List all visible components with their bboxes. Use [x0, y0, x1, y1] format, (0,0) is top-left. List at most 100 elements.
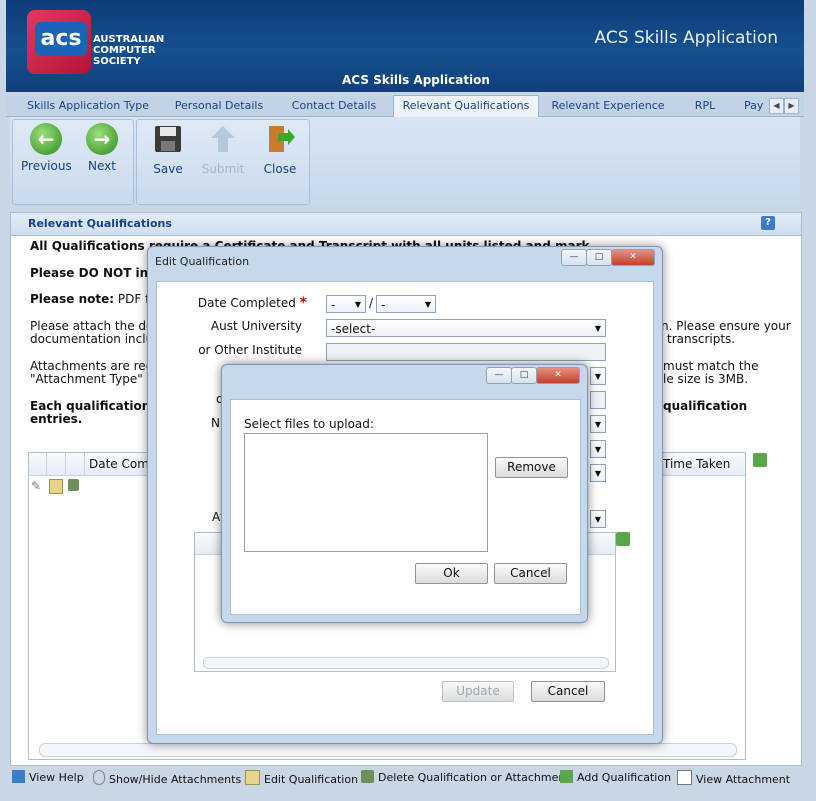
view-help-link[interactable]: View Help	[12, 770, 84, 784]
tab-skills-application-type[interactable]: Skills Application Type	[18, 96, 158, 116]
grid-header-cell	[66, 453, 85, 475]
field-select-partial[interactable]: ▼	[590, 415, 606, 433]
file-upload-body: Select files to upload: Remove Ok Cancel	[230, 399, 581, 615]
maximize-icon[interactable]: □	[586, 249, 612, 266]
date-completed-label: Date Completed *	[157, 295, 307, 311]
ok-button[interactable]: Ok	[415, 563, 488, 584]
date-separator: /	[369, 296, 374, 310]
panel-header: Relevant Qualifications ?	[11, 213, 801, 236]
acs-logo-text: AUSTRALIAN COMPUTER SOCIETY	[93, 34, 173, 67]
grid-header-cell	[47, 453, 66, 475]
instruction-line: documentation includ	[30, 332, 161, 346]
attachment-type-select[interactable]: ▼	[590, 510, 606, 528]
instruction-line: le size is 3MB.	[663, 372, 749, 386]
field-select-partial[interactable]: ▼	[590, 440, 606, 458]
grid-header-cell	[29, 453, 47, 475]
app-title-right: ACS Skills Application	[594, 28, 778, 48]
edit-note-icon[interactable]	[49, 479, 63, 494]
grid-horizontal-scrollbar[interactable]	[39, 743, 737, 757]
field-select-partial[interactable]: ▼	[590, 367, 606, 385]
trash-icon[interactable]	[68, 479, 79, 491]
dialog-title: Edit Qualification	[155, 255, 250, 268]
toolbar: ← Previous → Next Save Submit Close	[10, 117, 800, 205]
edit-note-icon	[245, 770, 260, 785]
edit-qualification-link[interactable]: Edit Qualification	[245, 770, 358, 786]
chevron-down-icon: ▼	[594, 469, 601, 478]
tab-personal-details[interactable]: Personal Details	[166, 96, 272, 116]
field-select-partial[interactable]: ▼	[590, 464, 606, 482]
aust-university-label: Aust University	[210, 319, 302, 333]
minimize-icon[interactable]: —	[486, 367, 512, 384]
logo-text-line: AUSTRALIAN	[93, 34, 165, 45]
save-button[interactable]: Save	[143, 123, 193, 176]
month-value: -	[331, 298, 336, 312]
add-qualification-link[interactable]: Add Qualification	[560, 770, 671, 784]
exit-door-icon	[269, 126, 295, 152]
date-completed-year-select[interactable]: - ▼	[376, 295, 436, 313]
tab-scroll-left-icon[interactable]: ◀	[769, 98, 784, 114]
help-icon[interactable]: ?	[761, 216, 775, 230]
file-list[interactable]	[244, 433, 488, 552]
date-completed-month-select[interactable]: - ▼	[326, 295, 366, 313]
cancel-button[interactable]: Cancel	[494, 563, 567, 584]
view-attachment-label: View Attachment	[696, 773, 791, 786]
date-completed-text: Date Completed	[197, 296, 296, 310]
chevron-down-icon: ▼	[594, 445, 601, 454]
instruction-line: Attachments are requi	[30, 359, 165, 373]
update-button[interactable]: Update	[442, 681, 514, 702]
chevron-down-icon: ▼	[594, 420, 601, 429]
tab-bar: Skills Application Type Personal Details…	[6, 95, 804, 117]
view-attachment-link[interactable]: View Attachment	[677, 770, 790, 786]
close-button[interactable]: Close	[255, 123, 305, 176]
tab-contact-details[interactable]: Contact Details	[284, 96, 384, 116]
maximize-icon[interactable]: □	[511, 367, 537, 384]
submit-button[interactable]: Submit	[198, 123, 248, 176]
attachments-horizontal-scrollbar[interactable]	[203, 657, 609, 669]
delete-qualification-link[interactable]: Delete Qualification or Attachment	[361, 770, 570, 784]
partial-field-label: N	[211, 416, 220, 430]
chevron-down-icon: ▼	[594, 372, 601, 381]
show-hide-attachments-link[interactable]: Show/Hide Attachments	[93, 770, 241, 786]
edit-qualification-label: Edit Qualification	[264, 773, 359, 786]
tab-scroll-right-icon[interactable]: ▶	[784, 98, 799, 114]
cancel-button[interactable]: Cancel	[531, 681, 605, 702]
chevron-down-icon: ▼	[354, 300, 361, 309]
panel-title: Relevant Qualifications	[28, 217, 172, 230]
paperclip-icon	[93, 770, 105, 785]
paperclip-icon[interactable]: ✎	[31, 479, 41, 493]
close-icon[interactable]: ✕	[611, 249, 655, 266]
next-button[interactable]: → Next	[77, 123, 127, 173]
logo-text-line: SOCIETY	[93, 56, 141, 67]
window-controls: — □ ✕	[561, 248, 655, 266]
tab-relevant-qualifications[interactable]: Relevant Qualifications	[393, 95, 539, 117]
add-qualification-icon[interactable]	[753, 453, 767, 467]
aust-university-select[interactable]: -select- ▼	[326, 319, 606, 337]
chevron-down-icon: ▼	[594, 515, 601, 524]
year-value: -	[381, 298, 386, 312]
field-input-partial[interactable]	[590, 391, 606, 409]
previous-button[interactable]: ← Previous	[21, 123, 72, 173]
arrow-right-icon: →	[86, 123, 118, 155]
file-upload-dialog: — □ ✕ Select files to upload: Remove Ok Ca…	[221, 364, 588, 623]
tab-rpl[interactable]: RPL	[684, 96, 726, 116]
minimize-icon[interactable]: —	[561, 249, 587, 266]
grid-column-time-taken[interactable]: Time Taken	[663, 457, 730, 471]
instruction-line: qualification	[663, 399, 748, 413]
status-bar: View Help Show/Hide Attachments Edit Qua…	[10, 766, 800, 790]
tab-relevant-experience[interactable]: Relevant Experience	[547, 96, 669, 116]
add-attachment-icon[interactable]	[616, 532, 630, 546]
document-icon	[677, 770, 692, 785]
other-institute-label: or Other Institute	[198, 343, 302, 357]
logo-text-line: COMPUTER	[93, 45, 156, 56]
close-icon[interactable]: ✕	[536, 367, 580, 384]
chevron-down-icon: ▼	[424, 300, 431, 309]
help-icon	[12, 770, 25, 783]
instruction-line: Each qualification s	[30, 399, 162, 413]
show-hide-label: Show/Hide Attachments	[109, 773, 242, 786]
select-files-label: Select files to upload:	[244, 417, 374, 431]
aust-university-value: -select-	[331, 322, 376, 336]
remove-button[interactable]: Remove	[495, 457, 568, 478]
other-institute-input[interactable]	[326, 343, 606, 361]
instruction-line: entries.	[30, 412, 83, 426]
view-help-label: View Help	[29, 771, 84, 784]
